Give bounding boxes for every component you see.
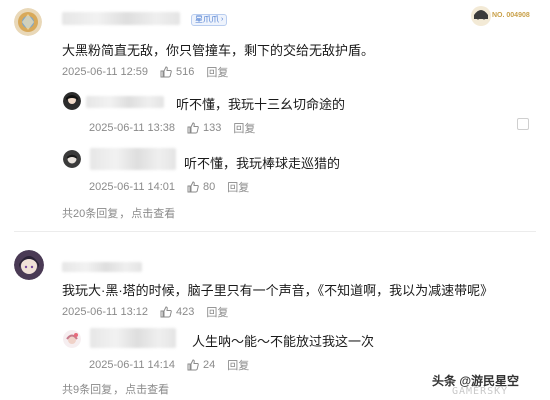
avatar-image-icon [14, 250, 44, 280]
reply1-username[interactable] [86, 96, 164, 108]
reply1-avatar[interactable] [63, 92, 81, 110]
reply1-meta: 2025-06-11 13:38 133 回复 [89, 120, 255, 136]
like-icon[interactable] [187, 181, 199, 193]
comment2-reply-button[interactable]: 回复 [206, 304, 228, 320]
reply2-date: 2025-06-11 14:01 [89, 181, 176, 193]
avatar-image-icon [63, 330, 81, 348]
chevron-right-icon: › [221, 16, 224, 23]
reply1-text: 听不懂，我玩十三幺切命途的 [176, 97, 346, 112]
more-replies-action[interactable]: 点击查看 [131, 208, 175, 220]
avatar-image-icon [63, 92, 81, 110]
comment2-meta: 2025-06-11 13:12 423 回复 [62, 304, 228, 320]
avatar-image-icon [14, 8, 42, 36]
comment1-date: 2025-06-11 12:59 [62, 66, 149, 78]
like-icon[interactable] [187, 122, 199, 134]
reply3-date: 2025-06-11 14:14 [89, 359, 176, 371]
comment1-reply-button[interactable]: 回复 [206, 64, 228, 80]
comment1-meta: 2025-06-11 12:59 516 回复 [62, 64, 228, 80]
more-replies-sep: ， [113, 384, 125, 396]
reply1-reply-button[interactable]: 回复 [233, 120, 255, 136]
comment2-more-replies[interactable]: 共9条回复，点击查看 [62, 381, 169, 397]
watermark-sub: GAMERSKY [452, 386, 509, 397]
reply3-username[interactable] [90, 328, 176, 348]
comment2-text: 我玩大·黑·塔的时候，脑子里只有一个声音，《不知道啊，我以为减速带呢》 [62, 283, 494, 298]
reply2-username[interactable] [90, 148, 176, 170]
reply3-reply-button[interactable]: 回复 [227, 357, 249, 373]
avatar-image-icon [63, 150, 81, 168]
comment-divider [14, 231, 536, 232]
character-badge-icon [471, 6, 491, 26]
reply3-meta: 2025-06-11 14:14 24 回复 [89, 357, 249, 373]
reply1-likes: 133 [203, 122, 222, 134]
more-replies-action[interactable]: 点击查看 [125, 384, 169, 396]
badge-label: 星爪爪 [195, 15, 219, 24]
more-replies-count: 共20条回复 [62, 208, 119, 220]
comment2-likes: 423 [176, 306, 195, 318]
like-icon[interactable] [160, 306, 172, 318]
reply1-date: 2025-06-11 13:38 [89, 122, 176, 134]
comment1-more-replies[interactable]: 共20条回复，点击查看 [62, 205, 175, 221]
reply3-likes: 24 [203, 359, 216, 371]
comment1-avatar[interactable] [14, 8, 42, 36]
reply3-text: 人生呐～能～不能放过我这一次 [192, 334, 375, 349]
comment1-level-badge: NO. 004908 [470, 5, 532, 27]
reply2-text: 听不懂，我玩棒球走巡猎的 [184, 156, 341, 171]
reply1-corner-icon[interactable] [517, 118, 529, 130]
comment1-badge: 星爪爪 › [191, 14, 228, 26]
reply2-likes: 80 [203, 181, 216, 193]
reply2-reply-button[interactable]: 回复 [227, 179, 249, 195]
comment2-avatar[interactable] [14, 250, 44, 280]
reply3-avatar[interactable] [63, 330, 81, 348]
more-replies-count: 共9条回复 [62, 384, 113, 396]
comment1-likes: 516 [176, 66, 195, 78]
comment2-date: 2025-06-11 13:12 [62, 306, 149, 318]
comment1-text: 大黑粉简直无敌，你只管撞车，剩下的交给无敌护盾。 [62, 43, 375, 58]
like-icon[interactable] [187, 359, 199, 371]
reply2-meta: 2025-06-11 14:01 80 回复 [89, 179, 249, 195]
level-badge-text: NO. 004908 [492, 12, 530, 19]
like-icon[interactable] [160, 66, 172, 78]
more-replies-sep: ， [119, 208, 131, 220]
comment1-username[interactable] [62, 12, 180, 25]
reply2-avatar[interactable] [63, 150, 81, 168]
comment2-username[interactable] [62, 262, 142, 272]
